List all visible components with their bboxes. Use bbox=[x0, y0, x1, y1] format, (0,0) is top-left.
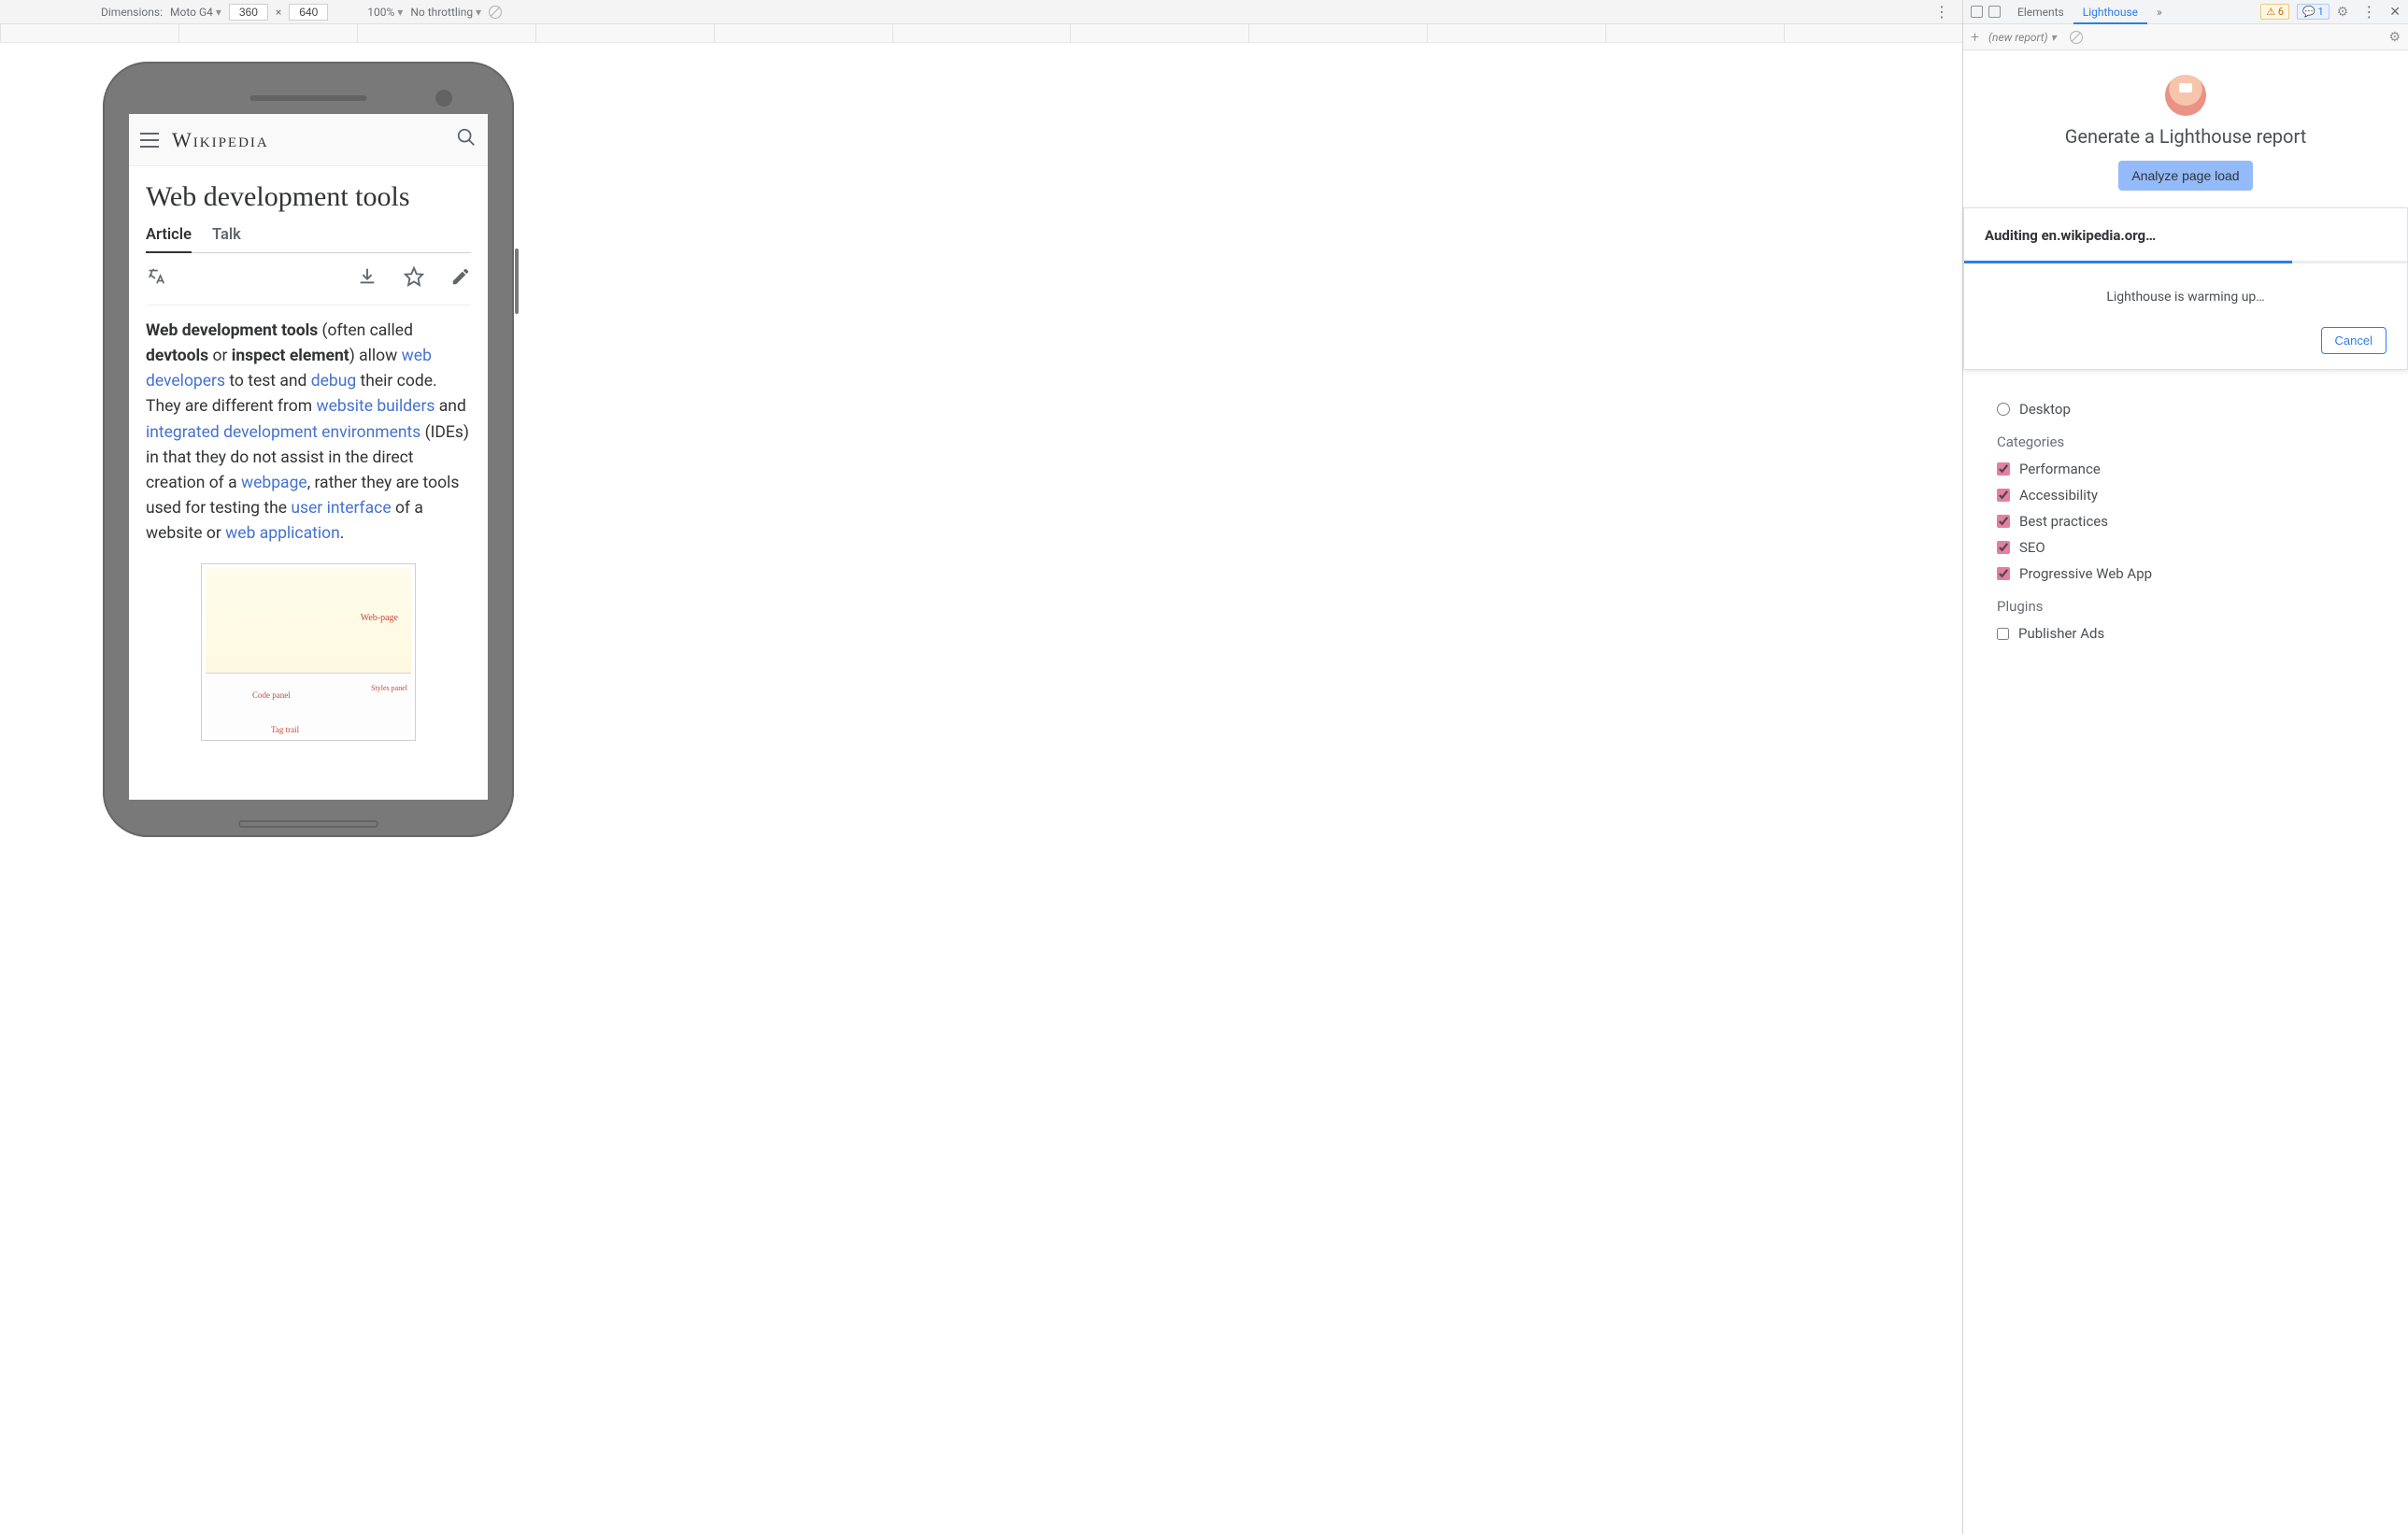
link-debug[interactable]: debug bbox=[311, 372, 356, 391]
link-ides[interactable]: integrated development environments bbox=[146, 423, 420, 442]
tabs-overflow-icon[interactable] bbox=[2147, 6, 2172, 19]
devtools-pane: Elements Lighthouse ⚠ 6 💬 1 ⚙ ⋮ ✕ + (new… bbox=[1963, 0, 2408, 1534]
tab-lighthouse[interactable]: Lighthouse bbox=[2073, 0, 2147, 24]
plugin-publisher-ads[interactable]: Publisher Ads bbox=[1997, 620, 2382, 646]
category-performance[interactable]: Performance bbox=[1997, 456, 2382, 482]
category-best-practices[interactable]: Best practices bbox=[1997, 508, 2382, 534]
zoom-selector[interactable]: 100% bbox=[367, 6, 403, 19]
device-height-input[interactable] bbox=[289, 4, 328, 21]
device-selector[interactable]: Moto G4 bbox=[170, 6, 221, 19]
device-toolbar: Dimensions: Moto G4 × 100% No throttling… bbox=[0, 0, 1962, 24]
wiki-header: Wikipedia bbox=[129, 114, 488, 166]
tab-article[interactable]: Article bbox=[146, 226, 192, 253]
tab-elements[interactable]: Elements bbox=[2008, 6, 2073, 19]
link-webpage[interactable]: webpage bbox=[241, 474, 307, 492]
phone-frame: Wikipedia Web development tools Article … bbox=[103, 62, 514, 837]
report-selector[interactable]: (new report) bbox=[1988, 31, 2057, 44]
devtools-tabs: Elements Lighthouse ⚠ 6 💬 1 ⚙ ⋮ ✕ bbox=[1963, 0, 2408, 24]
categories-heading: Categories bbox=[1997, 433, 2382, 450]
bold-text: inspect element bbox=[232, 347, 349, 365]
bold-text: Web development tools bbox=[146, 321, 318, 340]
plugins-heading: Plugins bbox=[1997, 598, 2382, 615]
article-actions bbox=[146, 253, 471, 305]
device-width-input[interactable] bbox=[229, 4, 268, 21]
wiki-body: Web development tools Article Talk bbox=[129, 166, 488, 756]
phone-speaker bbox=[250, 95, 367, 101]
device-stage: Wikipedia Web development tools Article … bbox=[0, 43, 1962, 1534]
ruler bbox=[0, 24, 1962, 43]
lighthouse-logo-icon bbox=[2165, 75, 2206, 116]
throttling-selector[interactable]: No throttling bbox=[410, 6, 481, 19]
figure-label-tag-trail: Tag trail bbox=[271, 725, 299, 734]
link-website-builders[interactable]: website builders bbox=[316, 397, 435, 416]
audit-title: Auditing en.wikipedia.org… bbox=[1985, 227, 2387, 244]
checkbox-seo[interactable] bbox=[1997, 541, 2010, 554]
search-icon[interactable] bbox=[456, 127, 477, 152]
phone-home-bar bbox=[238, 820, 378, 828]
lighthouse-settings-icon[interactable]: ⚙ bbox=[2388, 30, 2401, 45]
download-icon[interactable] bbox=[357, 266, 378, 291]
checkbox-best-practices[interactable] bbox=[1997, 515, 2010, 528]
clear-icon[interactable] bbox=[2070, 31, 2083, 44]
messages-badge[interactable]: 💬 1 bbox=[2297, 4, 2330, 20]
figure-label-webpage: Web-page bbox=[361, 613, 398, 623]
link-user-interface[interactable]: user interface bbox=[291, 499, 391, 518]
figure-label-code-panel: Code panel bbox=[252, 690, 291, 700]
lighthouse-title: Generate a Lighthouse report bbox=[2065, 125, 2307, 148]
star-icon[interactable] bbox=[404, 266, 424, 291]
checkbox-accessibility[interactable] bbox=[1997, 489, 2010, 502]
checkbox-publisher-ads[interactable] bbox=[1997, 628, 2009, 640]
cancel-button[interactable]: Cancel bbox=[2321, 327, 2387, 354]
wiki-tabs: Article Talk bbox=[146, 226, 471, 253]
edit-pencil-icon[interactable] bbox=[450, 266, 471, 291]
hamburger-menu-icon[interactable] bbox=[140, 133, 159, 148]
phone-side-button bbox=[515, 249, 519, 314]
auditing-overlay: Auditing en.wikipedia.org… Lighthouse is… bbox=[1963, 207, 2408, 370]
dimension-times: × bbox=[276, 6, 281, 19]
close-icon[interactable]: ✕ bbox=[2389, 5, 2401, 20]
audit-status: Lighthouse is warming up… bbox=[1985, 290, 2387, 305]
lighthouse-subbar: + (new report) ⚙ bbox=[1963, 24, 2408, 50]
category-seo[interactable]: SEO bbox=[1997, 534, 2382, 561]
audit-progress-bar bbox=[1964, 261, 2407, 263]
figure-label-styles-panel: Styles panel bbox=[371, 685, 407, 692]
checkbox-performance[interactable] bbox=[1997, 462, 2010, 476]
category-pwa[interactable]: Progressive Web App bbox=[1997, 561, 2382, 587]
article-lead-paragraph: Web development tools (often called devt… bbox=[146, 319, 471, 547]
language-icon[interactable] bbox=[146, 266, 166, 291]
gear-icon[interactable]: ⚙ bbox=[2337, 5, 2349, 20]
tab-talk[interactable]: Talk bbox=[212, 226, 241, 252]
checkbox-pwa[interactable] bbox=[1997, 567, 2010, 580]
emulated-page: Wikipedia Web development tools Article … bbox=[129, 114, 488, 800]
device-option-desktop[interactable]: Desktop bbox=[1997, 396, 2382, 422]
phone-camera bbox=[435, 90, 452, 107]
device-toggle-icon[interactable] bbox=[1988, 6, 2001, 18]
page-title: Web development tools bbox=[146, 181, 471, 213]
analyze-page-load-button[interactable]: Analyze page load bbox=[2118, 161, 2252, 191]
devtools-menu-icon[interactable]: ⋮ bbox=[2356, 3, 2382, 21]
dimensions-label: Dimensions: bbox=[101, 6, 163, 19]
article-figure[interactable]: Web-page Code panel Styles panel Tag tra… bbox=[201, 563, 416, 741]
device-emulation-pane: Dimensions: Moto G4 × 100% No throttling… bbox=[0, 0, 1963, 1534]
inspect-element-icon[interactable] bbox=[1971, 6, 1983, 18]
radio-desktop[interactable] bbox=[1997, 403, 2010, 416]
wikipedia-logo[interactable]: Wikipedia bbox=[172, 128, 269, 152]
bold-text: devtools bbox=[146, 347, 208, 365]
no-throttle-icon[interactable] bbox=[489, 6, 502, 19]
warnings-badge[interactable]: ⚠ 6 bbox=[2260, 4, 2289, 20]
device-toolbar-menu-icon[interactable]: ⋮ bbox=[1929, 3, 1955, 21]
link-web-application[interactable]: web application bbox=[225, 524, 340, 543]
category-accessibility[interactable]: Accessibility bbox=[1997, 482, 2382, 508]
new-report-plus-icon[interactable]: + bbox=[1971, 28, 1979, 46]
